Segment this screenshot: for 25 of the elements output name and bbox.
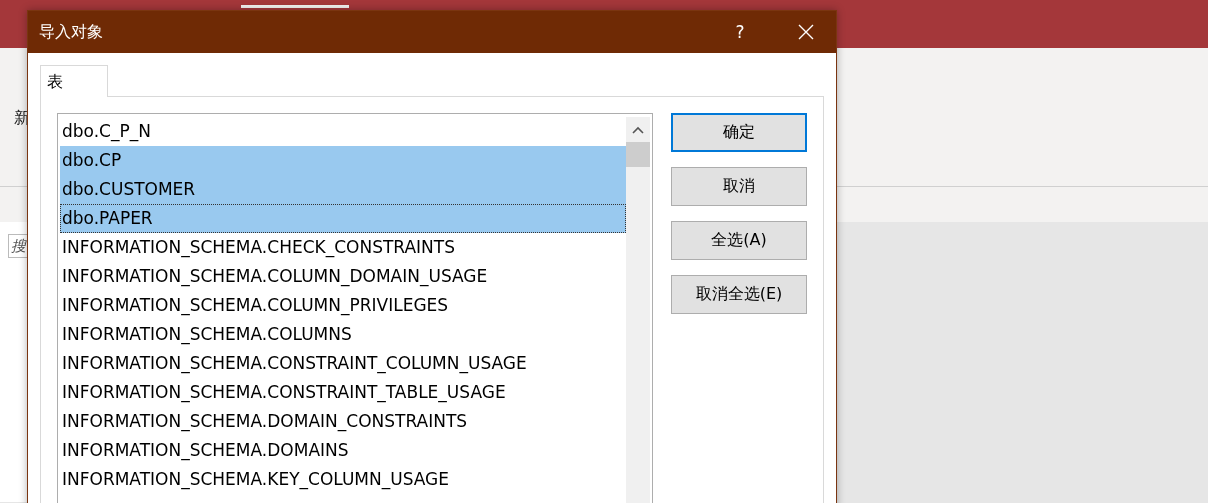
- close-icon: [798, 24, 814, 40]
- list-item[interactable]: INFORMATION_SCHEMA.DOMAIN_CONSTRAINTS: [60, 407, 626, 436]
- scroll-up-icon[interactable]: [632, 126, 644, 134]
- dialog-button[interactable]: 确定: [671, 113, 807, 152]
- list-item[interactable]: INFORMATION_SCHEMA.COLUMN_DOMAIN_USAGE: [60, 262, 626, 291]
- list-item[interactable]: INFORMATION_SCHEMA.CHECK_CONSTRAINTS: [60, 233, 626, 262]
- dialog-button[interactable]: 全选(A): [671, 221, 807, 260]
- dialog-button[interactable]: 取消: [671, 167, 807, 206]
- scroll-thumb[interactable]: [626, 142, 650, 167]
- list-item[interactable]: INFORMATION_SCHEMA.KEY_COLUMN_USAGE: [60, 465, 626, 494]
- scrollbar[interactable]: [626, 117, 650, 503]
- help-button[interactable]: ?: [720, 21, 760, 43]
- list-item[interactable]: dbo.CP: [60, 146, 626, 175]
- list-item[interactable]: dbo.C_P_N: [60, 117, 626, 146]
- dialog-button[interactable]: 取消全选(E): [671, 275, 807, 314]
- list-item[interactable]: INFORMATION_SCHEMA.COLUMN_PRIVILEGES: [60, 291, 626, 320]
- tab[interactable]: 表: [40, 65, 108, 97]
- list-item[interactable]: INFORMATION_SCHEMA.DOMAINS: [60, 436, 626, 465]
- app-tab[interactable]: [241, 5, 349, 8]
- list-item[interactable]: INFORMATION_SCHEMA.COLUMNS: [60, 320, 626, 349]
- list-item[interactable]: dbo.CUSTOMER: [60, 175, 626, 204]
- list-item[interactable]: dbo.PAPER: [60, 204, 626, 233]
- list-item[interactable]: INFORMATION_SCHEMA.CONSTRAINT_TABLE_USAGE: [60, 378, 626, 407]
- list-item[interactable]: INFORMATION_SCHEMA.CONSTRAINT_COLUMN_USAGE: [60, 349, 626, 378]
- dialog-title: 导入对象: [39, 21, 104, 43]
